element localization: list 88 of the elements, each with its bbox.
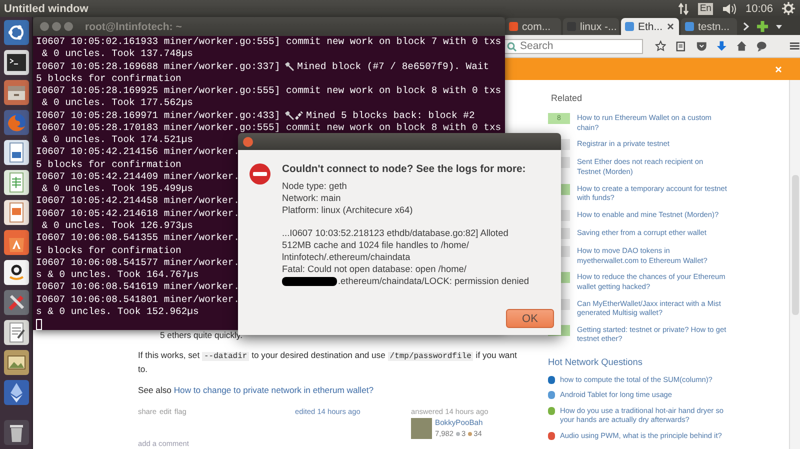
log-line: I0607 10:05:28.169688 miner/worker.go:337] [36,60,280,73]
photo-viewer-icon[interactable] [4,350,28,375]
log-text: 512MB cache and 1024 file handles to /home/ [282,239,470,251]
log-text: .ethereum/chaindata/LOCK: permission denied [338,275,530,287]
browser-tab[interactable]: linux -... [563,18,619,35]
body-text: 5 ethers quite quickly. [160,330,244,340]
keyboard-layout-indicator[interactable]: En [698,2,714,14]
log-line: I0607 10:05:02.161933 miner/worker.go:555] commit new work on block 7 with 0 txs [36,36,502,48]
browser-tab[interactable]: com... [505,18,561,35]
question-link[interactable]: How to change to private network in etherum wallet? [174,385,374,395]
log-line: I0607 10:05:42.214156 miner/worker. [36,146,240,159]
log-line: s & 0 uncles. Took 152.962µs [36,306,199,318]
section-heading: Related [551,93,584,103]
scrollbar[interactable] [789,80,800,449]
log-line: 5 blocks for confirmation [36,158,182,171]
body-text: See also How to change to private network in etherum wallet? [138,384,375,396]
log-line: 5 blocks for confirmation [36,72,182,86]
pocket-icon[interactable] [696,40,707,52]
menu-icon[interactable] [788,40,800,52]
browser-tab[interactable]: testn... [681,18,737,35]
caret-down-icon[interactable] [776,24,782,28]
log-text: ...I0607 10:03:52.218123 ethdb/database.go:82] Alloted [282,227,510,239]
log-line: & 0 uncles. Took 195.499µs [40,183,193,196]
close-button[interactable] [243,136,253,146]
log-line: I0607 10:06:08.541577 miner/worker. [36,256,240,270]
log-line: I0607 10:06:08.541801 miner/worker. [36,294,240,306]
log-line: & 0 uncles. Took 174.521µs [40,134,193,146]
hammer-chain-icon [283,110,304,122]
spreadsheet-icon[interactable] [4,170,28,195]
log-line: I0607 10:05:42.214409 miner/worker. [36,170,240,184]
section-heading: Hot Network Questions [548,356,644,367]
download-arrow-icon[interactable] [716,40,728,52]
volume-icon[interactable] [722,2,736,14]
badge-dot-icon [468,432,472,436]
ubuntu-logo-icon[interactable] [4,20,28,45]
document-icon[interactable] [4,140,28,165]
text-cursor [36,318,42,330]
plus-icon[interactable] [757,21,768,32]
hammer-icon [283,61,294,72]
gear-icon[interactable] [782,2,795,15]
error-icon [249,163,271,185]
window-title: root@lntinfotech: ~ [85,20,182,32]
wrench-screwdriver-icon[interactable] [4,290,28,315]
network-arrows-icon[interactable] [678,2,689,14]
log-line: I0607 10:05:42.214618 miner/worker. [36,208,240,220]
presentation-icon[interactable] [4,200,28,225]
trash-icon[interactable] [4,420,28,445]
log-line: I0607 10:06:08.541619 miner/worker. [36,281,240,294]
detail-text: Network: main [282,192,342,204]
search-icon [507,42,517,52]
chevron-right-icon[interactable] [743,22,749,31]
log-line: I0607 10:05:28.170183 miner/worker.go:555] commit new work on block 8 with 0 txs [36,122,502,134]
clipboard-icon[interactable] [675,40,687,52]
log-line: I0607 10:05:28.169925 miner/worker.go:555] commit new work on block 8 with 0 txs [36,85,502,98]
dialog-heading: Couldn't connect to node? See the logs for more: [282,163,527,177]
log-line: 5 blocks for confirmation [36,244,182,257]
close-button[interactable] [40,22,49,31]
log-line: & 0 uncles. Took 177.562µs [40,97,193,110]
minimize-button[interactable] [52,22,61,31]
home-icon[interactable] [736,40,748,52]
log-line: Mined block (#7 / 8e6507f9). Wait [297,60,490,73]
shopping-bag-icon[interactable] [4,230,28,255]
log-line: s & 0 uncles. Took 164.767µs [36,269,199,282]
text-editor-icon[interactable] [4,320,28,345]
firefox-icon[interactable] [4,110,28,135]
log-line: I0607 10:06:08.541355 miner/worker. [36,232,240,245]
badge-dot-icon [456,432,460,436]
clock[interactable]: 10:06 [745,2,773,14]
browser-tab[interactable]: Eth... [621,18,679,35]
log-line: & 0 uncles. Took 137.748µs [40,48,193,61]
detail-text: Node type: geth [282,180,348,192]
log-line: Mined 5 blocks back: block #2 [306,110,475,122]
log-line: & 0 uncles. Took 126.973µs [40,220,193,232]
body-text: If this works, set --datadir to your desired destination and use /tmp/passwordfile if you want to. [138,349,518,375]
ok-button[interactable]: OK [506,309,554,328]
detail-text: Platform: linux (Architecure x64) [282,204,414,216]
log-text: lntinfotech/.ethereum/chaindata [282,251,412,263]
chat-bubble-icon[interactable] [756,40,768,52]
terminal-icon[interactable] [4,50,28,75]
log-line: I0607 10:05:42.214458 miner/worker. [36,195,240,208]
search-field[interactable]: Search [504,38,643,54]
close-icon[interactable] [666,23,674,30]
maximize-button[interactable] [64,22,73,31]
star-icon[interactable] [655,40,666,52]
log-line: I0607 10:05:28.169971 miner/worker.go:433] [36,110,280,122]
window-title: Untitled window [4,2,88,14]
log-text: Fatal: Could not open database: open /home/ [282,263,468,275]
file-cabinet-icon[interactable] [4,80,28,105]
